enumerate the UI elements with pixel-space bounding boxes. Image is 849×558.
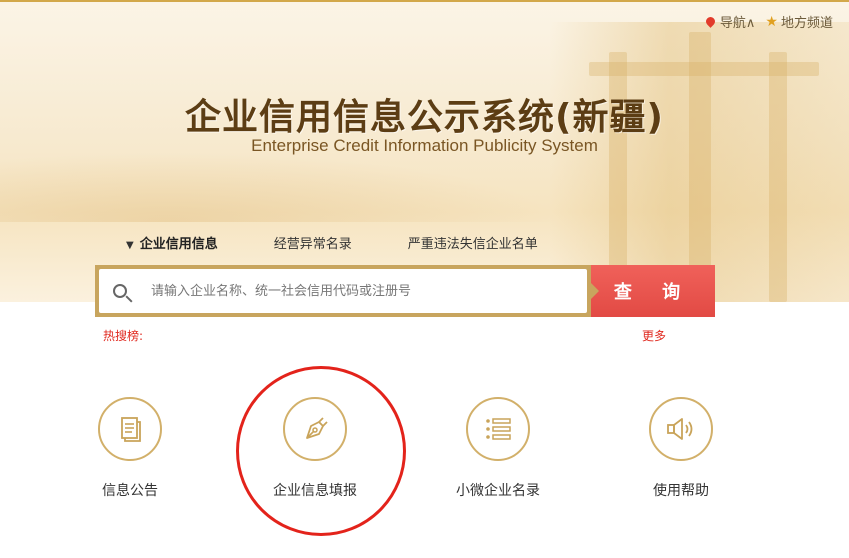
search-bar: 查 询 [95, 265, 715, 317]
feature-label: 使用帮助 [653, 483, 709, 499]
feature-label: 小微企业名录 [456, 483, 540, 499]
feature-label: 信息公告 [102, 483, 158, 499]
tab-abnormal-list[interactable]: 经营异常名录 [274, 233, 352, 252]
feature-help[interactable]: 使用帮助 [611, 397, 751, 500]
tab-abnormal-list-label: 经营异常名录 [273, 237, 352, 252]
tab-credit-info-label: 企业信用信息 [139, 237, 218, 252]
feature-icon-circle [98, 397, 162, 461]
monument-illustration [549, 22, 849, 302]
tab-credit-info[interactable]: ▼ 企业信用信息 [126, 233, 218, 252]
search-icon [113, 284, 127, 298]
feature-label: 企业信息填报 [273, 483, 357, 499]
hot-search-label: 热搜榜: [103, 329, 144, 343]
page-subtitle: Enterprise Credit Information Publicity … [251, 136, 598, 155]
search-tabs: ▼ 企业信用信息 经营异常名录 严重违法失信企业名单 [126, 233, 538, 252]
feature-small-business-list[interactable]: 小微企业名录 [428, 397, 568, 500]
search-button[interactable]: 查 询 [591, 265, 715, 317]
nav-menu-link[interactable]: 导航∧ [704, 12, 756, 31]
list-icon [486, 418, 511, 440]
local-channel-link[interactable]: ★ 地方频道 [765, 12, 833, 32]
nav-menu-label: 导航∧ [719, 16, 756, 31]
page-title: 企业信用信息公示系统(新疆) [185, 97, 664, 138]
top-nav: 导航∧ ★ 地方频道 [704, 12, 833, 32]
feature-enterprise-report[interactable]: 企业信息填报 [245, 397, 385, 500]
local-channel-label: 地方频道 [780, 16, 833, 31]
location-pin-icon [704, 15, 717, 28]
pen-nib-icon [306, 417, 328, 439]
tab-blacklist-label: 严重违法失信企业名单 [407, 237, 538, 252]
search-input[interactable] [149, 282, 573, 300]
feature-icon-circle [466, 397, 530, 461]
feature-icon-circle [649, 397, 713, 461]
search-button-label: 查 询 [613, 282, 693, 303]
document-icon [121, 417, 141, 442]
speaker-icon [667, 418, 693, 440]
star-icon: ★ [765, 13, 778, 30]
triangle-down-icon: ▼ [126, 240, 134, 251]
landscape-illustration [0, 152, 560, 222]
feature-info-announcement[interactable]: 信息公告 [60, 397, 200, 500]
feature-icon-circle [283, 397, 347, 461]
search-field-container [99, 269, 587, 313]
tab-blacklist[interactable]: 严重违法失信企业名单 [408, 233, 538, 252]
more-link[interactable]: 更多 [642, 327, 666, 344]
